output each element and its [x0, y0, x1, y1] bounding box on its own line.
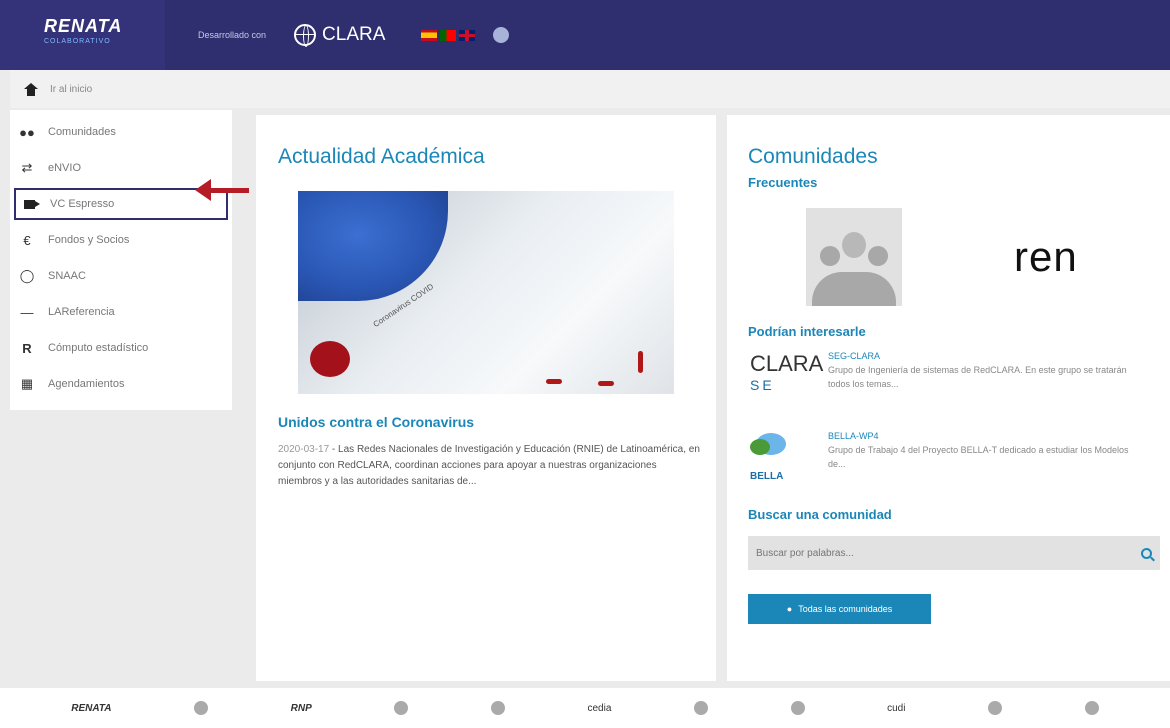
partner-logo-icon[interactable] [693, 701, 708, 715]
community-item[interactable]: BELLA BELLA-WP4 Grupo de Trabajo 4 del P… [748, 431, 1170, 491]
partner-logo-icon[interactable] [394, 701, 409, 715]
accessibility-icon[interactable] [493, 27, 510, 43]
home-icon [24, 82, 38, 96]
sidebar-item-snaac[interactable]: ◯ SNAAC [10, 258, 232, 294]
news-title: Actualidad Académica [278, 145, 485, 168]
home-link[interactable]: Ir al inicio [50, 84, 92, 95]
top-header: RENATA COLABORATIVO Desarrollado con CLA… [0, 0, 1170, 70]
partners-footer: RENATA RNP cedia cudi [0, 688, 1170, 728]
blood-drop [638, 351, 643, 373]
home-bar[interactable]: Ir al inicio [10, 70, 1170, 108]
blood-drop [546, 379, 562, 384]
portuguese-flag-icon[interactable] [440, 29, 457, 41]
partner-logo-icon[interactable] [194, 701, 209, 715]
red-arrow-icon [195, 178, 249, 202]
community-title[interactable]: BELLA-WP4 [828, 431, 1143, 441]
seg-clara-logo: CLARA SE [748, 351, 828, 411]
community-avatar[interactable] [806, 208, 902, 306]
clara-logo[interactable]: CLARA [294, 24, 386, 47]
suggested-heading: Podrían interesarle [748, 324, 866, 339]
clara-name: CLARA [322, 24, 386, 45]
tube-cap [310, 341, 350, 377]
search-icon[interactable] [1141, 547, 1152, 559]
ren-logo[interactable]: ren [1014, 233, 1078, 281]
sidebar-item-label: SNAAC [48, 270, 86, 282]
brand-subtitle: COLABORATIVO [44, 38, 111, 45]
footer-rnp-logo[interactable]: RNP [291, 703, 312, 714]
sidebar-item-agendamientos[interactable]: ▦ Agendamientos [10, 366, 232, 402]
communities-title: Comunidades [748, 145, 878, 168]
community-item[interactable]: CLARA SE SEG-CLARA Grupo de Ingeniería d… [748, 351, 1170, 411]
brand-name: RENATA [44, 16, 123, 36]
frequent-heading: Frecuentes [748, 175, 818, 190]
bella-logo-text: BELLA [750, 471, 784, 482]
english-flag-icon[interactable] [459, 29, 476, 41]
sidebar-item-label: Comunidades [48, 126, 116, 138]
bella-icon [750, 431, 792, 471]
communities-panel: Comunidades Frecuentes ren Podrían inter… [727, 115, 1170, 681]
sidebar-item-comunidades[interactable]: ●● Comunidades [10, 114, 232, 150]
video-camera-icon [20, 197, 40, 211]
search-input[interactable] [756, 547, 1116, 559]
community-desc: Grupo de Trabajo 4 del Proyecto BELLA-T … [828, 445, 1129, 469]
partner-logo-icon[interactable] [1084, 701, 1099, 715]
community-desc: Grupo de Ingeniería de sistemas de RedCL… [828, 365, 1127, 389]
sidebar-item-computo[interactable]: R Cómputo estadístico [10, 330, 232, 366]
spanish-flag-icon[interactable] [421, 29, 438, 41]
community-title[interactable]: SEG-CLARA [828, 351, 1143, 361]
search-heading: Buscar una comunidad [748, 507, 892, 522]
partner-logo-icon[interactable] [490, 701, 505, 715]
bella-logo: BELLA [748, 431, 828, 491]
sidebar-item-label: LAReferencia [48, 306, 115, 318]
lock-icon: ◯ [19, 268, 35, 283]
people-icon: ●● [19, 124, 35, 140]
news-panel: Actualidad Académica Coronavirus COVID U… [256, 115, 716, 681]
developed-by-label: Desarrollado con [198, 30, 267, 40]
blood-drop [598, 381, 614, 386]
sidebar-item-fondos-socios[interactable]: € Fondos y Socios [10, 222, 232, 258]
sidebar-item-label: VC Espresso [50, 198, 115, 210]
transfer-icon: ⇄ [21, 160, 33, 175]
sidebar-item-lareferencia[interactable]: — LAReferencia [10, 294, 232, 330]
search-bar [748, 536, 1160, 570]
seg-clara-logo-sub: SE [750, 377, 775, 393]
calendar-icon: ▦ [20, 376, 34, 391]
language-selector [421, 29, 476, 41]
people-icon: ● [786, 604, 793, 614]
partner-logo-icon[interactable] [988, 701, 1003, 715]
news-summary: - Las Redes Nacionales de Investigación … [278, 444, 700, 487]
sidebar-item-label: Fondos y Socios [48, 234, 130, 246]
sidebar-item-label: Cómputo estadístico [48, 342, 149, 354]
renata-logo[interactable]: RENATA COLABORATIVO [0, 0, 165, 70]
footer-cudi-logo[interactable]: cudi [887, 703, 905, 714]
partner-logo-icon[interactable] [790, 701, 805, 715]
seg-clara-logo-text: CLARA [750, 351, 824, 376]
news-image[interactable]: Coronavirus COVID [298, 191, 674, 394]
funds-icon: € [23, 232, 31, 248]
frequent-list: ren [748, 208, 1170, 306]
sidebar-item-label: eNVIO [48, 162, 82, 174]
news-date: 2020-03-17 [278, 444, 330, 455]
all-communities-button[interactable]: ● Todas las comunidades [748, 594, 931, 624]
sidebar: ●● Comunidades ⇄ eNVIO VC Espresso € Fon… [10, 110, 232, 410]
news-body: 2020-03-17 - Las Redes Nacionales de Inv… [278, 442, 703, 490]
all-communities-label: Todas las comunidades [798, 604, 893, 614]
r-logo-icon: R [22, 340, 32, 356]
news-headline[interactable]: Unidos contra el Coronavirus [278, 414, 716, 430]
referencia-icon: — [20, 304, 34, 320]
globe-icon [294, 24, 317, 47]
sidebar-item-label: Agendamientos [48, 378, 125, 390]
footer-cedia-logo[interactable]: cedia [587, 703, 611, 714]
footer-renata-logo[interactable]: RENATA [71, 703, 111, 714]
